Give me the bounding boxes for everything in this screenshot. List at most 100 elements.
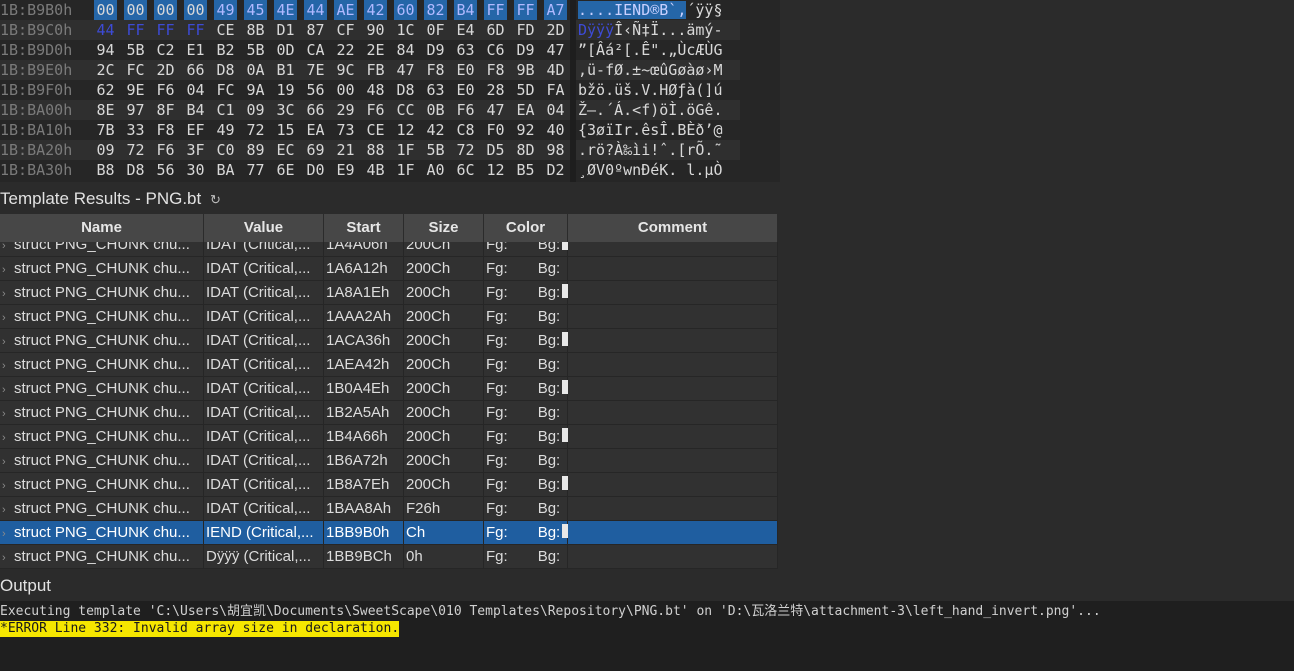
hex-byte[interactable]: 89 (244, 140, 267, 160)
hex-byte[interactable]: 2D (154, 60, 177, 80)
hex-byte[interactable]: F0 (484, 120, 507, 140)
hex-byte[interactable]: FB (364, 60, 387, 80)
table-row[interactable]: › struct PNG_CHUNK chu... IDAT (Critical,.… (0, 305, 778, 329)
expand-chevron-icon[interactable]: › (2, 523, 14, 544)
hex-byte[interactable]: FF (514, 0, 537, 20)
hex-row-ascii[interactable]: bžö.üš.V.HØƒà(]ú (578, 80, 740, 100)
cell-size[interactable]: 200Ch (404, 473, 484, 496)
hex-row[interactable]: 1B:B9B0h 00 00 00 00 49 45 4E 44 AE 42 60 82 B4 FF FF A7… (0, 0, 780, 20)
cell-name[interactable]: › struct PNG_CHUNK chu... (0, 473, 204, 496)
cell-size[interactable]: 200Ch (404, 425, 484, 448)
hex-byte[interactable]: 04 (184, 80, 207, 100)
hex-byte[interactable]: E0 (454, 60, 477, 80)
hex-byte[interactable]: EF (184, 120, 207, 140)
table-row[interactable]: › struct PNG_CHUNK chu... IDAT (Critical,.… (0, 329, 778, 353)
hex-byte[interactable]: 3C (274, 100, 297, 120)
cell-size[interactable]: F26h (404, 497, 484, 520)
hex-byte[interactable]: 60 (394, 0, 417, 20)
expand-chevron-icon[interactable]: › (2, 403, 14, 424)
cell-name[interactable]: › struct PNG_CHUNK chu... (0, 497, 204, 520)
hex-byte[interactable]: 66 (304, 100, 327, 120)
hex-byte[interactable]: 5D (514, 80, 537, 100)
hex-byte[interactable]: 12 (394, 120, 417, 140)
cell-color[interactable]: Fg: Bg: (484, 281, 568, 304)
hex-byte[interactable]: 49 (214, 0, 237, 20)
hex-byte[interactable]: 84 (394, 40, 417, 60)
hex-byte[interactable]: 42 (424, 120, 447, 140)
hex-byte[interactable]: F8 (424, 60, 447, 80)
hex-byte[interactable]: 5B (124, 40, 147, 60)
hex-byte[interactable]: FD (514, 20, 537, 40)
hex-byte[interactable]: 7E (304, 60, 327, 80)
hex-byte[interactable]: 0D (274, 40, 297, 60)
hex-byte[interactable]: 6E (274, 160, 297, 180)
hex-byte[interactable]: E9 (334, 160, 357, 180)
cell-start[interactable]: 1ACA36h (324, 329, 404, 352)
column-header-start[interactable]: Start (324, 214, 404, 242)
hex-byte[interactable]: 1F (394, 160, 417, 180)
hex-byte[interactable]: 00 (334, 80, 357, 100)
template-results-table[interactable]: Name Value Start Size Color Comment › struct PN… (0, 214, 778, 569)
hex-byte[interactable]: 12 (484, 160, 507, 180)
hex-byte[interactable]: 3F (184, 140, 207, 160)
cell-start[interactable]: 1AEA42h (324, 353, 404, 376)
hex-byte[interactable]: 94 (94, 40, 117, 60)
cell-start[interactable]: 1BB9BCh (324, 545, 404, 568)
cell-start[interactable]: 1B6A72h (324, 449, 404, 472)
hex-byte[interactable]: E1 (184, 40, 207, 60)
hex-byte[interactable]: FF (184, 20, 207, 40)
hex-byte[interactable]: CA (304, 40, 327, 60)
hex-row[interactable]: 1B:B9C0h 44 FF FF FF CE 8B D1 87 CF 90 1C 0F E4 6D FD 2D… (0, 20, 780, 40)
output-panel[interactable]: Executing template 'C:\Users\胡宜凯\Documen… (0, 601, 1294, 671)
hex-byte[interactable]: FF (154, 20, 177, 40)
expand-chevron-icon[interactable]: › (2, 355, 14, 376)
hex-byte[interactable]: 90 (364, 20, 387, 40)
hex-editor-view[interactable]: 1B:B9B0h 00 00 00 00 49 45 4E 44 AE 42 60 82 B4 FF FF A7… (0, 0, 780, 182)
cell-value[interactable]: IDAT (Critical,... (204, 473, 324, 496)
hex-byte[interactable]: 9B (514, 60, 537, 80)
column-header-size[interactable]: Size (404, 214, 484, 242)
hex-byte[interactable]: 56 (304, 80, 327, 100)
hex-byte[interactable]: 88 (364, 140, 387, 160)
expand-chevron-icon[interactable]: › (2, 307, 14, 328)
cell-size[interactable]: Ch (404, 521, 484, 544)
hex-byte[interactable]: D9 (514, 40, 537, 60)
hex-byte[interactable]: 44 (94, 20, 117, 40)
hex-byte[interactable]: 9A (244, 80, 267, 100)
hex-byte[interactable]: 5B (424, 140, 447, 160)
cell-start[interactable]: 1BB9B0h (324, 521, 404, 544)
hex-byte[interactable]: 9C (334, 60, 357, 80)
hex-byte[interactable]: CE (214, 20, 237, 40)
hex-byte[interactable]: 77 (244, 160, 267, 180)
hex-byte[interactable]: 8D (514, 140, 537, 160)
hex-row-ascii[interactable]: ¸ØV0ºwnÐéK. l.µÒ (578, 160, 740, 180)
hex-byte[interactable]: 1F (394, 140, 417, 160)
hex-byte[interactable]: FF (484, 0, 507, 20)
hex-byte[interactable]: EC (274, 140, 297, 160)
hex-byte[interactable]: 2C (94, 60, 117, 80)
cell-color[interactable]: Fg: Bg: (484, 305, 568, 328)
hex-byte[interactable]: 15 (274, 120, 297, 140)
hex-byte[interactable]: 4E (274, 0, 297, 20)
hex-byte[interactable]: 00 (124, 0, 147, 20)
cell-name[interactable]: › struct PNG_CHUNK chu... (0, 521, 204, 544)
hex-byte[interactable]: 47 (484, 100, 507, 120)
cell-size[interactable]: 200Ch (404, 329, 484, 352)
hex-byte[interactable]: D0 (304, 160, 327, 180)
expand-chevron-icon[interactable]: › (2, 547, 14, 568)
cell-comment[interactable] (568, 257, 778, 280)
table-row[interactable]: › struct PNG_CHUNK chu... IDAT (Critical,.… (0, 377, 778, 401)
hex-byte[interactable]: EA (514, 100, 537, 120)
cell-comment[interactable] (568, 449, 778, 472)
expand-chevron-icon[interactable]: › (2, 475, 14, 496)
hex-byte[interactable]: F8 (154, 120, 177, 140)
hex-row[interactable]: 1B:BA20h 09 72 F6 3F C0 89 EC 69 21 88 1F 5B 72 D5 8D 98… (0, 140, 780, 160)
cell-name[interactable]: › struct PNG_CHUNK chu... (0, 281, 204, 304)
hex-byte[interactable]: 6C (454, 160, 477, 180)
refresh-icon[interactable]: ↻ (210, 192, 221, 207)
hex-byte[interactable]: 72 (124, 140, 147, 160)
hex-byte[interactable]: C8 (454, 120, 477, 140)
hex-byte[interactable]: 56 (154, 160, 177, 180)
hex-byte[interactable]: 22 (334, 40, 357, 60)
hex-byte[interactable]: 21 (334, 140, 357, 160)
